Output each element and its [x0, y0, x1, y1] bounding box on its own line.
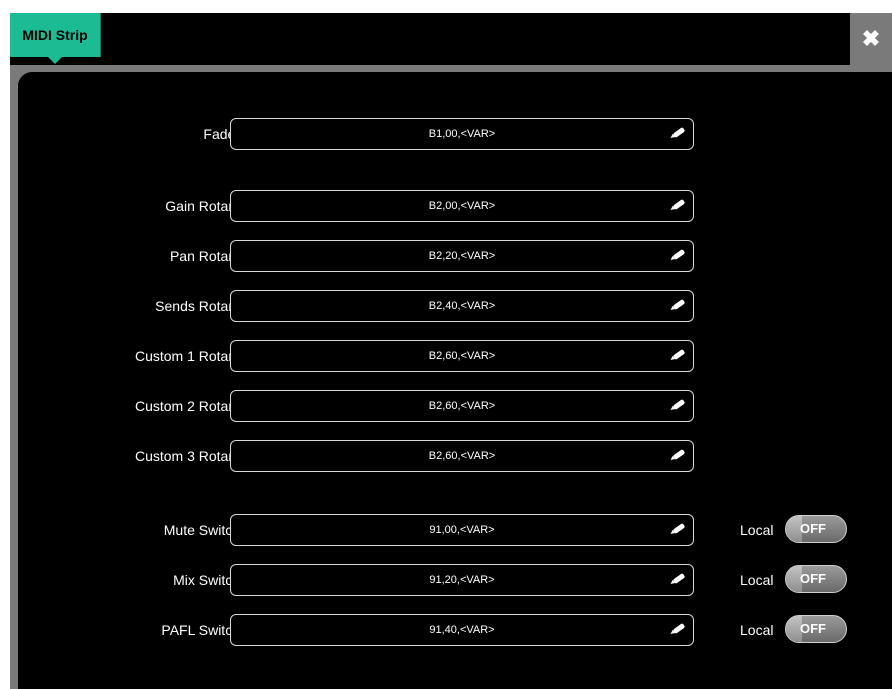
midi-strip-panel: Fader B1,00,<VAR> Gain Rotary B2,00,<VAR…: [18, 72, 892, 689]
row-pafl-switch: PAFL Switch 91,40,<VAR> Local OFF: [18, 614, 892, 646]
pafl-switch-midi-field[interactable]: 91,40,<VAR>: [230, 614, 694, 646]
mute-switch-midi-value: 91,00,<VAR>: [429, 524, 495, 536]
custom-2-rotary-midi-field[interactable]: B2,60,<VAR>: [230, 390, 694, 422]
close-icon: ✖: [861, 26, 881, 51]
custom-1-rotary-midi-field[interactable]: B2,60,<VAR>: [230, 340, 694, 372]
fader-midi-field[interactable]: B1,00,<VAR>: [230, 118, 694, 150]
pan-rotary-midi-field[interactable]: B2,20,<VAR>: [230, 240, 694, 272]
custom-3-rotary-midi-field[interactable]: B2,60,<VAR>: [230, 440, 694, 472]
row-fader: Fader B1,00,<VAR>: [18, 118, 892, 150]
mix-switch-midi-value: 91,20,<VAR>: [429, 574, 495, 586]
row-custom-3-rotary: Custom 3 Rotary B2,60,<VAR>: [18, 440, 892, 472]
tab-indicator: [48, 57, 62, 64]
sends-rotary-midi-field[interactable]: B2,40,<VAR>: [230, 290, 694, 322]
gain-rotary-label: Gain Rotary: [165, 198, 240, 214]
gain-rotary-midi-field[interactable]: B2,00,<VAR>: [230, 190, 694, 222]
mix-local-toggle[interactable]: OFF: [785, 565, 847, 593]
pafl-local-state: OFF: [800, 621, 826, 636]
row-custom-1-rotary: Custom 1 Rotary B2,60,<VAR>: [18, 340, 892, 372]
row-pan-rotary: Pan Rotary B2,20,<VAR>: [18, 240, 892, 272]
row-mute-switch: Mute Switch 91,00,<VAR> Local OFF: [18, 514, 892, 546]
row-gain-rotary: Gain Rotary B2,00,<VAR>: [18, 190, 892, 222]
fader-midi-value: B1,00,<VAR>: [428, 128, 496, 140]
custom-1-rotary-midi-value: B2,60,<VAR>: [428, 350, 496, 362]
pan-rotary-midi-value: B2,20,<VAR>: [428, 250, 496, 262]
mute-local-state: OFF: [800, 521, 826, 536]
close-button[interactable]: ✖: [850, 13, 892, 65]
custom-2-rotary-midi-value: B2,60,<VAR>: [428, 400, 496, 412]
mix-local-state: OFF: [800, 571, 826, 586]
gain-rotary-midi-value: B2,00,<VAR>: [428, 200, 496, 212]
mix-local-label: Local: [740, 572, 774, 588]
mute-local-label: Local: [740, 522, 774, 538]
custom-1-rotary-label: Custom 1 Rotary: [134, 348, 240, 364]
row-mix-switch: Mix Switch 91,20,<VAR> Local OFF: [18, 564, 892, 596]
custom-2-rotary-label: Custom 2 Rotary: [134, 398, 240, 414]
custom-3-rotary-label: Custom 3 Rotary: [134, 448, 240, 464]
mute-switch-midi-field[interactable]: 91,00,<VAR>: [230, 514, 694, 546]
pafl-local-label: Local: [740, 622, 774, 638]
mix-switch-midi-field[interactable]: 91,20,<VAR>: [230, 564, 694, 596]
mute-local-toggle[interactable]: OFF: [785, 515, 847, 543]
pafl-switch-midi-value: 91,40,<VAR>: [429, 624, 495, 636]
sends-rotary-label: Sends Rotary: [155, 298, 240, 314]
sends-rotary-midi-value: B2,40,<VAR>: [428, 300, 496, 312]
title-bar: MIDI Strip: [10, 13, 850, 65]
row-sends-rotary: Sends Rotary B2,40,<VAR>: [18, 290, 892, 322]
row-custom-2-rotary: Custom 2 Rotary B2,60,<VAR>: [18, 390, 892, 422]
pafl-switch-label: PAFL Switch: [161, 622, 240, 638]
mute-switch-label: Mute Switch: [163, 522, 240, 538]
custom-3-rotary-midi-value: B2,60,<VAR>: [428, 450, 496, 462]
tab-midi-strip[interactable]: MIDI Strip: [10, 13, 101, 57]
pafl-local-toggle[interactable]: OFF: [785, 615, 847, 643]
